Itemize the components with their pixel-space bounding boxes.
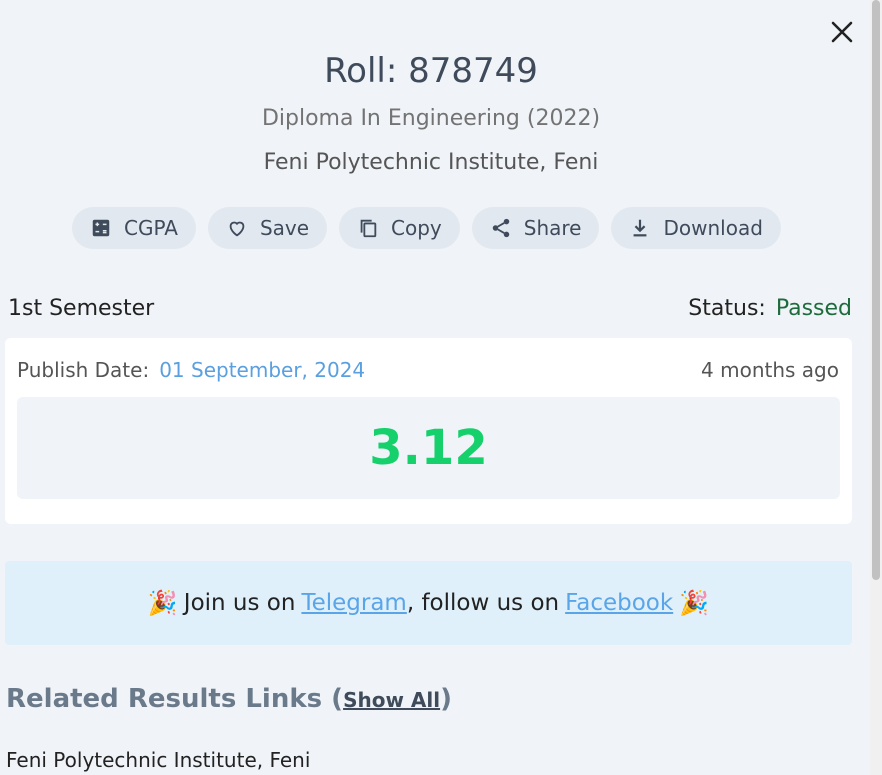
calculator-icon <box>92 219 110 237</box>
result-page: Roll: 878749 Diploma In Engineering (202… <box>0 0 870 775</box>
cgpa-button[interactable]: CGPA <box>72 207 196 249</box>
share-icon <box>492 218 510 238</box>
publish-date: 01 September, 2024 <box>159 358 366 382</box>
cgpa-label: CGPA <box>124 216 178 240</box>
scrollbar[interactable] <box>870 0 882 775</box>
copy-icon <box>360 219 377 238</box>
semester-name: 1st Semester <box>8 296 155 321</box>
result-header: Roll: 878749 Diploma In Engineering (202… <box>0 48 862 178</box>
paren-open: ( <box>331 684 344 714</box>
copy-button[interactable]: Copy <box>339 207 460 249</box>
action-toolbar: CGPA Save Copy Share Download <box>72 207 781 249</box>
status-value: Passed <box>775 296 852 321</box>
publish-label: Publish Date: <box>17 358 150 382</box>
heart-icon <box>229 221 245 237</box>
roll-number: Roll: 878749 <box>324 51 538 91</box>
related-result-link[interactable]: Feni Polytechnic Institute, Feni <box>6 748 310 772</box>
party-popper-icon: 🎉 <box>679 589 710 617</box>
result-card: Publish Date: 01 September, 2024 4 months… <box>5 338 852 524</box>
related-results-heading: Related Results Links (Show All) <box>6 684 452 714</box>
save-label: Save <box>259 216 310 240</box>
banner-middle: , follow us on <box>406 590 560 616</box>
scrollbar-thumb[interactable] <box>872 0 880 580</box>
facebook-link[interactable]: Facebook <box>565 590 673 616</box>
party-popper-icon: 🎉 <box>147 589 178 617</box>
status-label: Status: <box>688 296 766 321</box>
join-banner: 🎉 Join us on Telegram, follow us on Face… <box>5 561 852 645</box>
paren-close: ) <box>440 684 452 714</box>
save-button[interactable]: Save <box>207 207 328 249</box>
close-button[interactable] <box>826 16 858 48</box>
gpa-box: 3.12 <box>17 397 840 499</box>
download-button[interactable]: Download <box>611 207 781 249</box>
institute-name: Feni Polytechnic Institute, Feni <box>263 150 599 175</box>
share-label: Share <box>523 216 582 240</box>
status: Status: Passed <box>688 296 852 321</box>
banner-prefix: Join us on <box>183 590 296 616</box>
time-ago: 4 months ago <box>701 358 839 382</box>
download-label: Download <box>663 216 763 240</box>
gpa-value: 3.12 <box>369 420 488 476</box>
related-title-text: Related Results Links <box>6 684 323 714</box>
telegram-link[interactable]: Telegram <box>301 590 406 616</box>
publish-row: Publish Date: 01 September, 2024 4 months… <box>17 358 839 382</box>
program-name: Diploma In Engineering (2022) <box>261 106 601 131</box>
share-button[interactable]: Share <box>471 207 600 249</box>
copy-label: Copy <box>391 216 442 240</box>
download-icon <box>634 219 647 237</box>
close-icon <box>831 21 853 43</box>
publish-info: Publish Date: 01 September, 2024 <box>17 358 365 382</box>
show-all-link[interactable]: Show All <box>343 688 440 712</box>
semester-row: 1st Semester Status: Passed <box>8 296 852 321</box>
